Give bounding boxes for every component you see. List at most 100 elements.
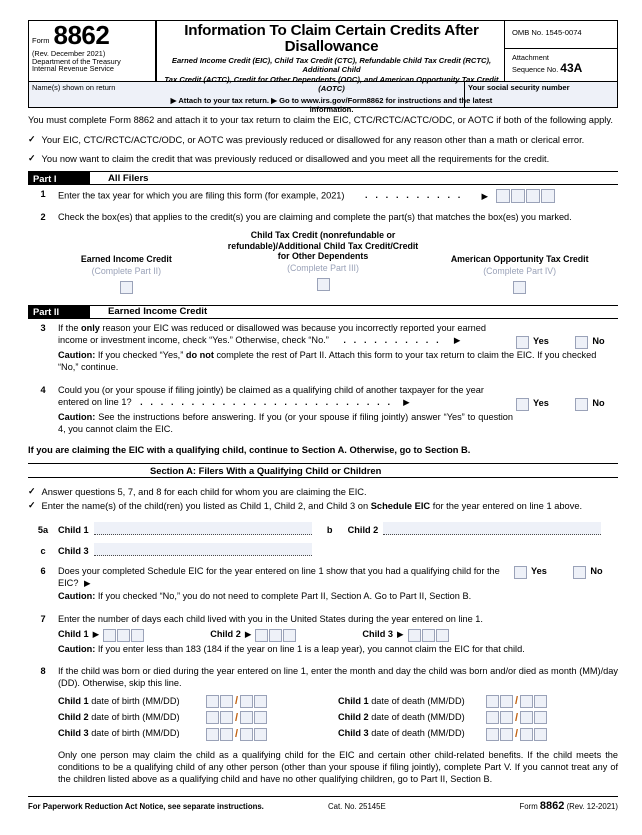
credit-column-ctc: Child Tax Credit (nonrefundable or refun… — [225, 230, 422, 297]
attachment-sequence: Attachment Sequence No. 43A — [505, 49, 617, 81]
year-digit-box[interactable] — [510, 189, 525, 204]
day-digit-box[interactable] — [421, 628, 435, 642]
line-7-caution-label: Caution: — [58, 643, 96, 654]
line-5c-label: Child 3 — [58, 545, 89, 556]
input-child-3-name[interactable] — [93, 542, 312, 556]
line-6-no-option[interactable]: No — [573, 565, 603, 579]
dd-digit-box[interactable] — [520, 727, 534, 741]
mm-digit-box[interactable] — [206, 727, 219, 741]
day-digit-box[interactable] — [131, 628, 145, 642]
death-child-3-bold: Child 3 — [338, 728, 369, 739]
input-child-1-days[interactable] — [103, 628, 145, 642]
line-7-child-3-group: Child 3 ▶ — [362, 628, 449, 642]
day-digit-box[interactable] — [255, 628, 269, 642]
day-digit-box[interactable] — [103, 628, 117, 642]
input-child-2-days[interactable] — [255, 628, 297, 642]
checkbox-line-6-no[interactable] — [573, 565, 587, 579]
dd-digit-box[interactable] — [534, 727, 548, 741]
birth-row-child-1: Child 1 date of birth (MM/DD) / — [58, 694, 338, 708]
input-child-1-name[interactable] — [93, 521, 312, 535]
input-child-2-death-date[interactable]: / — [486, 711, 548, 725]
input-child-3-days[interactable] — [407, 628, 449, 642]
footer-form-identity: Form 8862 (Rev. 12-2021) — [520, 800, 618, 812]
day-digit-box[interactable] — [435, 628, 449, 642]
mm-digit-box[interactable] — [220, 695, 233, 708]
mm-digit-box[interactable] — [206, 695, 219, 708]
form-identity-block: Form 8862 (Rev. December 2021) Departmen… — [29, 21, 157, 81]
form-title: Information To Claim Certain Credits Aft… — [184, 22, 479, 56]
mm-digit-box[interactable] — [500, 695, 513, 708]
checkbox-line-4-no[interactable] — [575, 397, 589, 411]
line-4-no-option[interactable]: No — [575, 397, 605, 411]
input-child-3-birth-date[interactable]: / — [206, 727, 268, 741]
line-5a-label: Child 1 — [58, 524, 89, 535]
year-digit-box[interactable] — [525, 189, 540, 204]
mm-digit-box[interactable] — [486, 711, 499, 725]
year-digit-box[interactable] — [495, 189, 510, 204]
line-3-arrow-icon: ▶ — [453, 334, 461, 345]
mm-digit-box[interactable] — [220, 711, 233, 725]
checkbox-line-4-yes[interactable] — [516, 397, 529, 411]
line-3-no-option[interactable]: No — [575, 335, 605, 349]
input-child-1-birth-date[interactable]: / — [206, 694, 268, 708]
dd-digit-box[interactable] — [240, 695, 254, 708]
section-a-bullet-1-text: Answer questions 5, 7, and 8 for each ch… — [41, 486, 367, 497]
death-child-1-bold: Child 1 — [338, 695, 369, 706]
death-row-child-3: Child 3 date of death (MM/DD) / — [338, 727, 618, 741]
date-separator: / — [515, 711, 519, 724]
line-1: 1 Enter the tax year for which you are f… — [28, 189, 618, 204]
dd-digit-box[interactable] — [534, 711, 548, 725]
mm-digit-box[interactable] — [500, 711, 513, 725]
section-a-title: Section A: Filers With a Qualifying Chil… — [150, 464, 382, 476]
name-field-cell[interactable]: Name(s) shown on return — [29, 82, 465, 107]
checkbox-child-tax-credit[interactable] — [316, 278, 330, 292]
name-field-label: Name(s) shown on return — [32, 83, 116, 92]
checkbox-line-3-no[interactable] — [575, 335, 589, 349]
paperwork-notice: For Paperwork Reduction Act Notice, see … — [28, 802, 264, 812]
line-6-number: 6 — [40, 565, 46, 576]
line-6-yes-option[interactable]: Yes — [514, 565, 547, 579]
dd-digit-box[interactable] — [240, 727, 254, 741]
dd-digit-box[interactable] — [520, 695, 534, 708]
section-a-bullet-2: ✓ Enter the name(s) of the child(ren) yo… — [28, 500, 618, 512]
dd-digit-box[interactable] — [520, 711, 534, 725]
checkbox-earned-income-credit[interactable] — [119, 280, 133, 294]
line-6-caution-text: If you checked “No,” you do not need to … — [95, 590, 472, 601]
dd-digit-box[interactable] — [534, 695, 548, 708]
year-digit-box[interactable] — [540, 189, 555, 204]
form-footer: For Paperwork Reduction Act Notice, see … — [28, 796, 618, 812]
day-digit-box[interactable] — [269, 628, 283, 642]
line-3-number: 3 — [40, 322, 46, 333]
irs-line: Internal Revenue Service — [32, 64, 114, 74]
line-7-child-3-label: Child 3 — [362, 629, 394, 640]
day-digit-box[interactable] — [407, 628, 421, 642]
dd-digit-box[interactable] — [254, 695, 268, 708]
section-a-bullet-2-wrap: Enter the name(s) of the child(ren) you … — [42, 500, 583, 512]
line-1-year-boxes[interactable] — [495, 189, 555, 204]
form-subtitle-line-1: Earned Income Credit (EIC), Child Tax Cr… — [171, 55, 492, 74]
checkbox-line-6-yes[interactable] — [514, 565, 527, 579]
ssn-field-cell[interactable]: Your social security number — [465, 82, 617, 107]
input-child-2-birth-date[interactable]: / — [206, 711, 268, 725]
intro-paragraph: You must complete Form 8862 and attach i… — [28, 115, 613, 125]
date-separator: / — [515, 695, 519, 708]
dd-digit-box[interactable] — [254, 727, 268, 741]
day-digit-box[interactable] — [283, 628, 297, 642]
checkbox-line-3-yes[interactable] — [516, 335, 529, 349]
line-6-arrow-icon: ▶ — [84, 577, 91, 588]
mm-digit-box[interactable] — [206, 711, 219, 725]
input-child-3-death-date[interactable]: / — [486, 727, 548, 741]
day-digit-box[interactable] — [117, 628, 131, 642]
mm-digit-box[interactable] — [220, 727, 233, 741]
dd-digit-box[interactable] — [254, 711, 268, 725]
birth-child-3-bold: Child 3 — [58, 728, 89, 739]
mm-digit-box[interactable] — [486, 727, 499, 741]
mm-digit-box[interactable] — [500, 727, 513, 741]
input-child-1-death-date[interactable]: / — [486, 694, 548, 708]
input-child-2-name[interactable] — [383, 521, 602, 535]
line-3-yes-option[interactable]: Yes — [516, 335, 549, 349]
line-4-yes-option[interactable]: Yes — [516, 397, 549, 411]
checkbox-american-opportunity-tax-credit[interactable] — [513, 280, 527, 294]
mm-digit-box[interactable] — [486, 695, 499, 708]
dd-digit-box[interactable] — [240, 711, 254, 725]
